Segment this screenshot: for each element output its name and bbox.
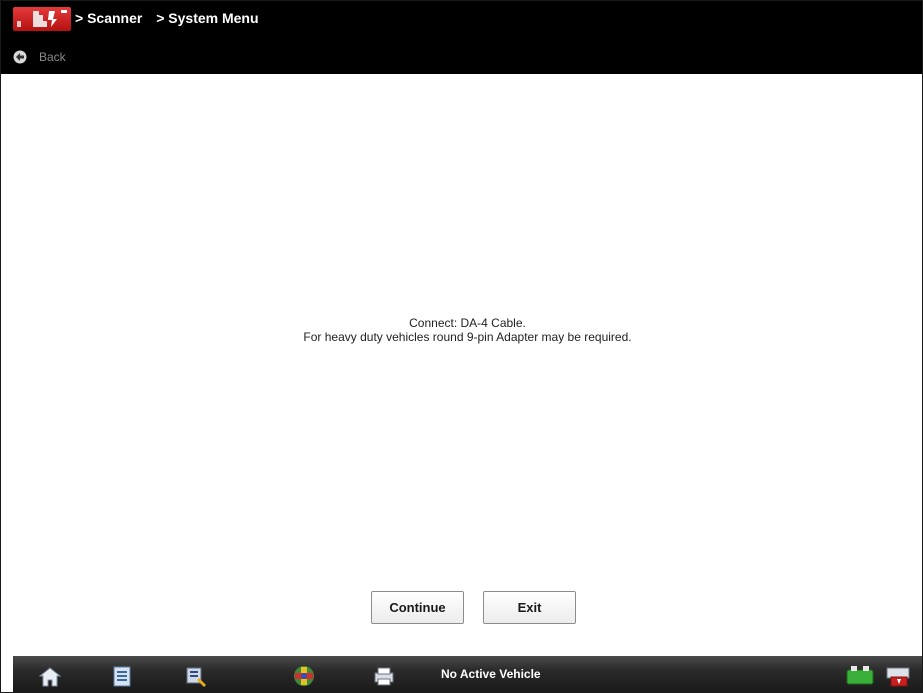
exit-button[interactable]: Exit [483,591,576,624]
vehicle-icon[interactable] [289,664,315,688]
brand-logo[interactable] [13,7,71,31]
connection-icon[interactable] [845,664,875,688]
back-button[interactable]: Back [13,47,66,67]
main-content: Connect: DA-4 Cable. For heavy duty vehi… [13,74,922,654]
message-line-adapter: For heavy duty vehicles round 9-pin Adap… [303,330,632,344]
tools-icon[interactable] [183,664,209,688]
breadcrumb-system-menu[interactable]: > System Menu [156,10,258,26]
back-label: Back [39,50,66,64]
back-arrow-icon [13,50,27,64]
data-list-icon[interactable] [109,664,135,688]
power-icon[interactable] [883,664,913,688]
instruction-message: Connect: DA-4 Cable. For heavy duty vehi… [13,316,922,344]
breadcrumb: > Scanner > System Menu [75,10,269,26]
message-line-connect: Connect: DA-4 Cable. [409,316,526,330]
breadcrumb-scanner[interactable]: > Scanner [75,10,142,26]
header-bar: > Scanner > System Menu Back [1,1,922,74]
vehicle-status: No Active Vehicle [441,667,541,681]
continue-button[interactable]: Continue [371,591,464,624]
taskbar: No Active Vehicle [13,656,922,692]
print-icon[interactable] [371,664,397,688]
app-window: > Scanner > System Menu Back Connect: DA… [0,0,923,693]
home-icon[interactable] [37,664,63,688]
